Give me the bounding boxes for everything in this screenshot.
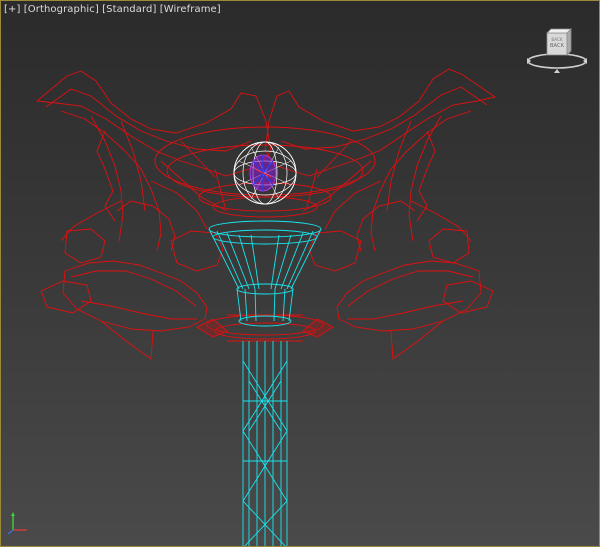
viewport-menu-plus[interactable]: [+] (4, 4, 20, 15)
ornament-wireframe (35, 68, 497, 360)
viewcube-compass-ring[interactable] (527, 53, 587, 69)
shaft-wireframe (208, 220, 322, 546)
axis-tripod-icon (7, 512, 27, 535)
viewcube-navigation[interactable]: BACK BACK (525, 25, 589, 75)
orb-wireframe (233, 141, 297, 205)
viewport-view-type[interactable]: [Orthographic] (24, 4, 99, 15)
perspective-viewport[interactable]: [+] [Orthographic] [Standard] [Wireframe… (0, 0, 600, 547)
viewcube-face-label: BACK (550, 43, 565, 49)
viewcube-rotate-down-icon[interactable] (554, 69, 560, 73)
viewport-label[interactable]: [+] [Orthographic] [Standard] [Wireframe… (4, 4, 221, 15)
viewport-display-mode[interactable]: [Wireframe] (160, 4, 221, 15)
viewport-shading-preset[interactable]: [Standard] (102, 4, 156, 15)
viewcube-face-label-top: BACK (551, 37, 563, 42)
viewcube-side-face[interactable] (566, 28, 572, 56)
wireframe-scene[interactable] (1, 1, 600, 547)
